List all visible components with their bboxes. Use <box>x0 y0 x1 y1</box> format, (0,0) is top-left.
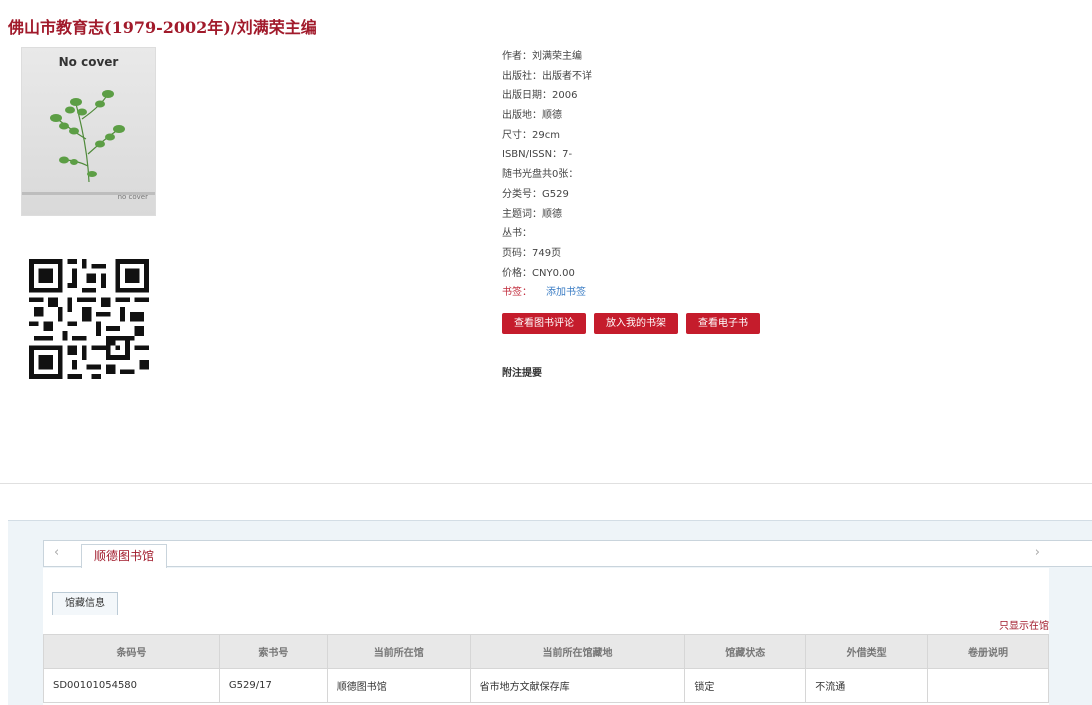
add-bookmark-link[interactable]: 添加书签 <box>546 287 586 298</box>
add-to-shelf-button[interactable]: 放入我的书架 <box>594 313 678 334</box>
metadata-value: 2006 <box>552 90 578 102</box>
book-title-main: 佛山市教育志(1979-2002年) <box>8 18 231 37</box>
metadata-value: 出版者不详 <box>542 70 592 82</box>
column-header: 索书号 <box>218 634 328 669</box>
bookmark-label: 书签： <box>502 287 532 299</box>
metadata-label: 分类号： <box>502 188 542 200</box>
show-available-only-link[interactable]: 只显示在馆 <box>999 617 1049 632</box>
view-ebook-button[interactable]: 查看电子书 <box>686 313 760 334</box>
metadata-value: 顺德 <box>542 110 562 122</box>
metadata-label: 丛书： <box>502 228 532 240</box>
metadata-value: 刘满荣主编 <box>532 51 582 62</box>
metadata-label: 价格： <box>502 267 532 279</box>
metadata-row: ISBN/ISSN：7- <box>502 148 592 168</box>
metadata-value: 749页 <box>532 247 562 259</box>
tab-holdings-info[interactable]: 馆藏信息 <box>52 592 118 615</box>
library-tabstrip: ‹ 顺德图书馆 › <box>43 540 1092 568</box>
metadata-value: 29cm <box>532 129 560 141</box>
plant-illustration-icon <box>50 90 125 183</box>
notes-heading: 附注提要 <box>502 368 542 379</box>
column-header: 条码号 <box>43 634 220 669</box>
metadata-value: 7- <box>562 149 573 161</box>
metadata-label: 出版地： <box>502 110 542 122</box>
table-cell: G529/17 <box>218 668 328 703</box>
holdings-panel: 馆藏信息 只显示在馆 条码号 索书号 当前所在馆 当前所在馆藏地 馆藏状态 外借类型 卷册说… <box>43 568 1049 705</box>
metadata-row: 出版社：出版者不详 <box>502 70 592 90</box>
metadata-row: 分类号：G529 <box>502 188 592 208</box>
qr-code-icon <box>29 259 149 379</box>
metadata-row: 尺寸：29cm <box>502 129 592 149</box>
metadata-label: 出版日期： <box>502 90 552 102</box>
cover-title: No cover <box>58 55 119 69</box>
table-row: SD00101054580 G529/17 顺德图书馆 省市地方文献保存库 锁定 不流通 <box>43 668 1049 703</box>
view-reviews-button[interactable]: 查看图书评论 <box>502 313 586 334</box>
chevron-left-icon[interactable]: ‹ <box>54 545 59 560</box>
table-cell: 顺德图书馆 <box>326 668 471 703</box>
book-responsibility: 刘满荣主编 <box>236 18 317 37</box>
metadata-value: CNY0.00 <box>532 267 575 279</box>
metadata-label: 随书光盘共 <box>502 169 552 181</box>
divider <box>0 483 1092 484</box>
table-cell <box>927 668 1049 703</box>
column-header: 外借类型 <box>805 634 929 669</box>
metadata-row: 出版日期：2006 <box>502 89 592 109</box>
column-header: 当前所在馆藏地 <box>469 634 686 669</box>
metadata-label: 作者： <box>502 51 532 62</box>
column-header: 馆藏状态 <box>684 634 807 669</box>
metadata-label: 页码： <box>502 247 532 259</box>
table-cell: 省市地方文献保存库 <box>469 668 686 703</box>
metadata-row: 出版地：顺德 <box>502 109 592 129</box>
metadata-value: 0张： <box>552 169 579 181</box>
metadata-label: ISBN/ISSN： <box>502 149 563 161</box>
cover-footer: no cover <box>117 193 148 201</box>
metadata-value: 顺德 <box>542 208 562 220</box>
metadata-row: 随书光盘共0张： <box>502 168 592 188</box>
action-buttons: 查看图书评论 放入我的书架 查看电子书 <box>502 313 760 334</box>
metadata-row: 作者：刘满荣主编 <box>502 50 592 70</box>
tab-shunde-library[interactable]: 顺德图书馆 <box>81 544 168 568</box>
metadata-value: G529 <box>542 188 569 200</box>
metadata-row: 丛书： <box>502 227 592 247</box>
holdings-table: 条码号 索书号 当前所在馆 当前所在馆藏地 馆藏状态 外借类型 卷册说明 SD0010105… <box>43 634 1049 703</box>
bibliographic-details: 作者：刘满荣主编 出版社：出版者不详 出版日期：2006 出版地：顺德 尺寸：29cm I… <box>502 50 592 306</box>
bookmark-row: 书签： 添加书签 <box>502 286 592 306</box>
metadata-label: 出版社： <box>502 70 542 82</box>
metadata-row: 价格：CNY0.00 <box>502 267 592 287</box>
column-header: 卷册说明 <box>927 634 1049 669</box>
table-cell: 不流通 <box>805 668 929 703</box>
metadata-label: 尺寸： <box>502 129 532 141</box>
column-header: 当前所在馆 <box>326 634 471 669</box>
metadata-row: 页码：749页 <box>502 247 592 267</box>
metadata-row: 主题词：顺德 <box>502 208 592 228</box>
chevron-right-icon[interactable]: › <box>1035 545 1040 560</box>
book-cover: No cover no cover <box>21 47 156 216</box>
table-cell: 锁定 <box>684 668 807 703</box>
table-cell: SD00101054580 <box>43 668 220 703</box>
book-title: 佛山市教育志(1979-2002年)/刘满荣主编 <box>8 14 317 38</box>
metadata-label: 主题词： <box>502 208 542 220</box>
